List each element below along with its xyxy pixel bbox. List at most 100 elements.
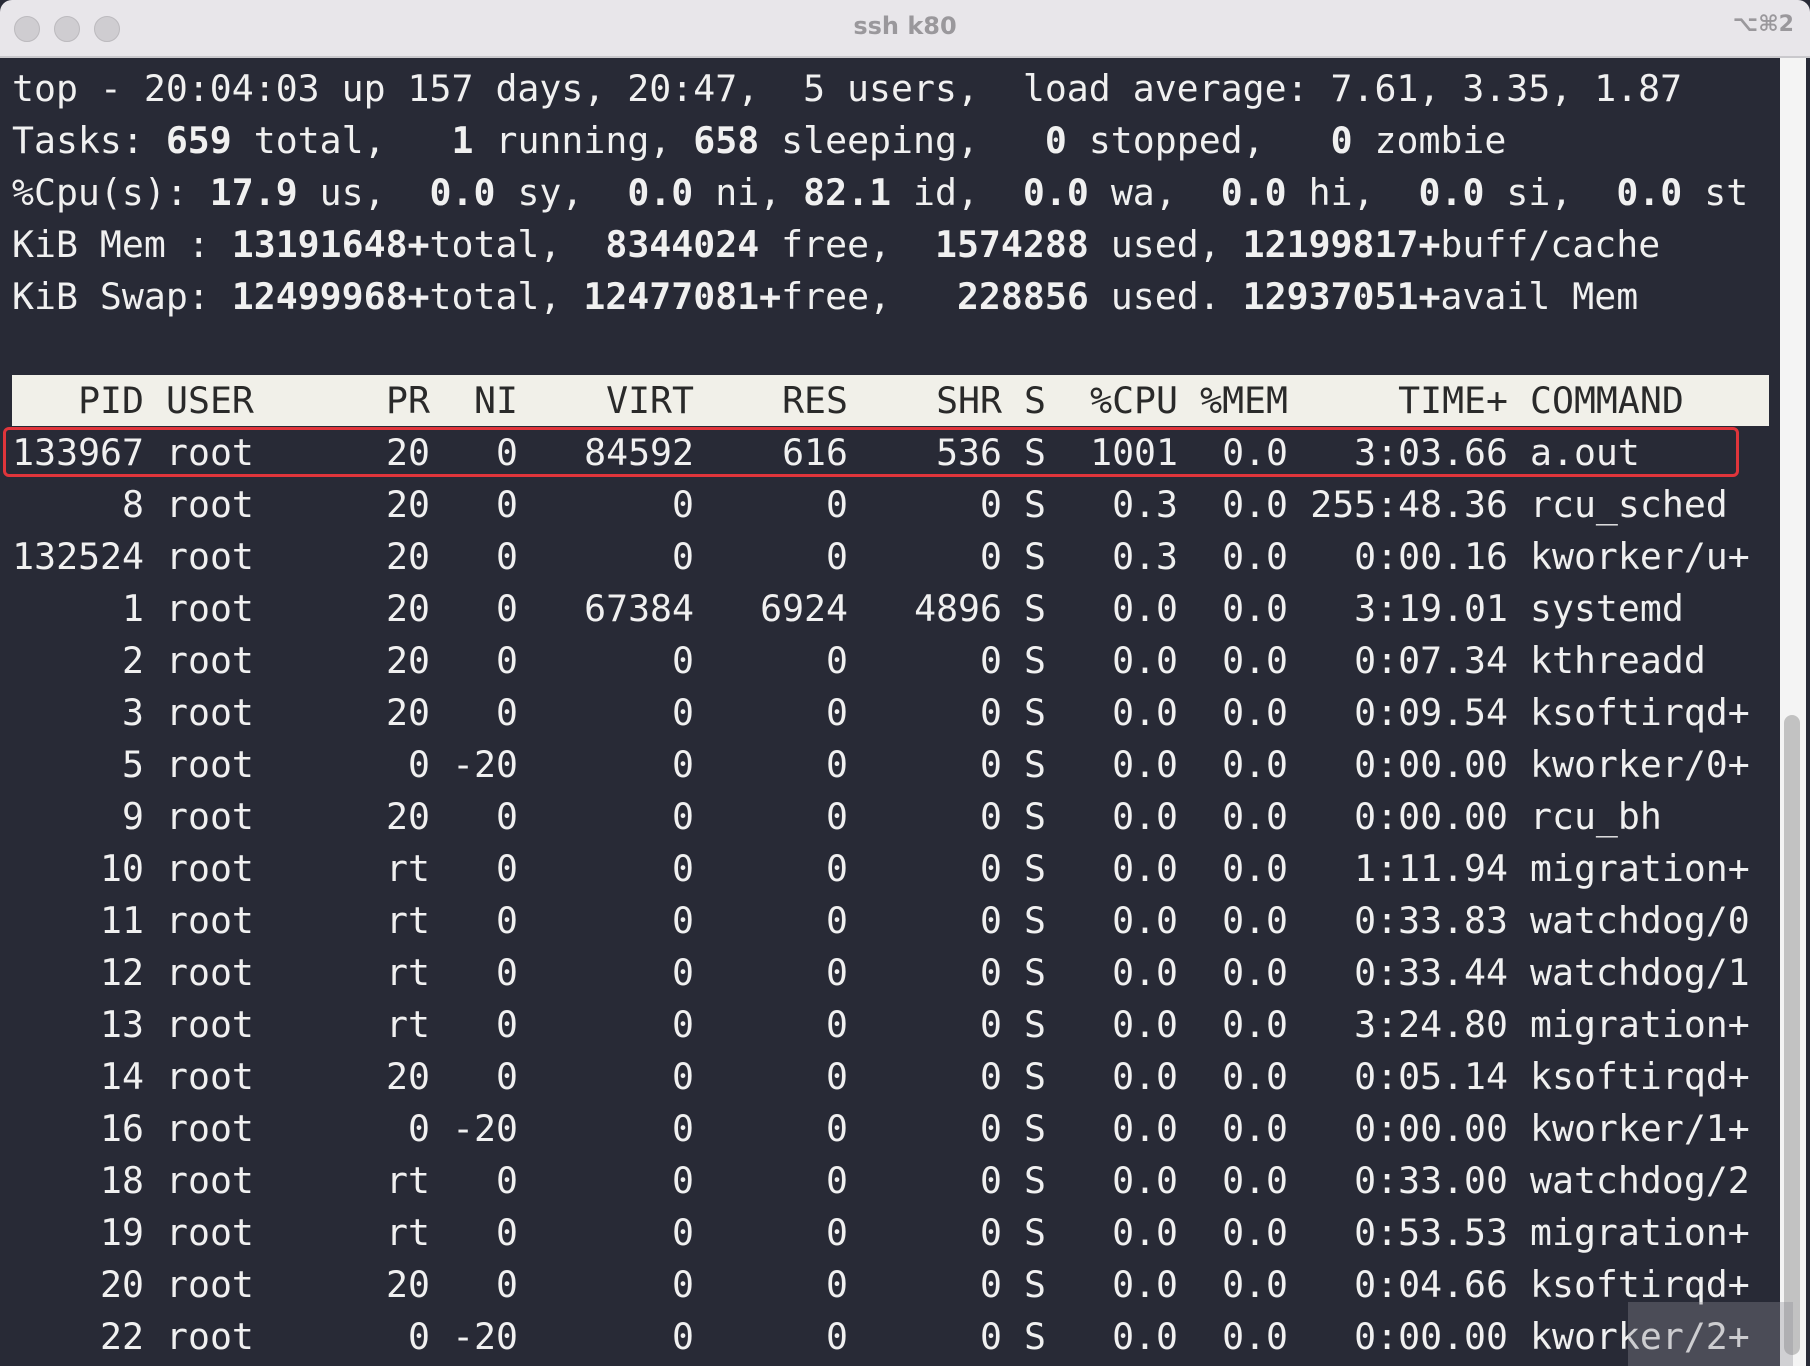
cell-res: 0 [826, 999, 848, 1051]
table-row[interactable]: 12rootrt0000S0.00.00:33.44watchdog/1 [12, 947, 1769, 999]
cell-s: S [1024, 687, 1046, 739]
cell-res: 0 [826, 1155, 848, 1207]
cell-s: S [1024, 375, 1046, 427]
cell-virt: 67384 [584, 583, 694, 635]
summary-line: Tasks: 659 total, 1 running, 658 sleepin… [12, 115, 1506, 167]
cell-virt: 0 [672, 999, 694, 1051]
cell-user: root [166, 843, 254, 895]
cell-virt: 0 [672, 1311, 694, 1363]
terminal-output[interactable]: top - 20:04:03 up 157 days, 20:47, 5 use… [0, 58, 1810, 1366]
cell-ni: 0 [496, 1155, 518, 1207]
cell-res: 0 [826, 739, 848, 791]
table-row[interactable]: 19rootrt0000S0.00.00:53.53migration+ [12, 1207, 1769, 1259]
table-row[interactable]: 11rootrt0000S0.00.00:33.83watchdog/0 [12, 895, 1769, 947]
cell-res: 0 [826, 1259, 848, 1311]
cell-mem: 0.0 [1222, 947, 1288, 999]
cell-user: root [166, 479, 254, 531]
cell-virt: 0 [672, 531, 694, 583]
cell-pid: 13 [100, 999, 144, 1051]
cell-ni: 0 [496, 531, 518, 583]
cell-s: S [1024, 1103, 1046, 1155]
table-row[interactable]: 8root200000S0.30.0255:48.36rcu_sched [12, 479, 1769, 531]
cell-s: S [1024, 1051, 1046, 1103]
cell-cpu: 0.0 [1112, 843, 1178, 895]
cell-pid: 1 [122, 583, 144, 635]
cell-user: root [166, 1207, 254, 1259]
table-row[interactable]: 5root0-20000S0.00.00:00.00kworker/0+ [12, 739, 1769, 791]
cell-time: 0:05.14 [1354, 1051, 1508, 1103]
summary-text: top - 20:04:03 up 157 days, 20:47, 5 use… [12, 67, 1682, 110]
cell-ni: 0 [496, 687, 518, 739]
table-row[interactable]: 132524root200000S0.30.00:00.16kworker/u+ [12, 531, 1769, 583]
cell-shr: 0 [980, 479, 1002, 531]
cell-ni: 0 [496, 1051, 518, 1103]
cell-pr: rt [386, 895, 430, 947]
summary-text: Tasks: [12, 119, 166, 162]
summary-text: used. [1089, 275, 1243, 318]
cell-time: 255:48.36 [1310, 479, 1508, 531]
summary-text: total, [232, 119, 452, 162]
cell-ni: 0 [496, 791, 518, 843]
table-row[interactable]: 13rootrt0000S0.00.03:24.80migration+ [12, 999, 1769, 1051]
summary-line: KiB Swap: 12499968+total, 12477081+free,… [12, 271, 1638, 323]
table-row[interactable]: 14root200000S0.00.00:05.14ksoftirqd+ [12, 1051, 1769, 1103]
cell-res: 0 [826, 531, 848, 583]
cell-cpu: 0.0 [1112, 1311, 1178, 1363]
cell-shr: 0 [980, 1103, 1002, 1155]
cell-ni: 0 [496, 1207, 518, 1259]
cell-virt: 0 [672, 635, 694, 687]
table-row[interactable]: 16root0-20000S0.00.00:00.00kworker/1+ [12, 1103, 1769, 1155]
summary-text: free, [759, 223, 935, 266]
summary-value: 12199817+ [1243, 223, 1441, 266]
cell-s: S [1024, 531, 1046, 583]
cell-cpu: 0.3 [1112, 479, 1178, 531]
scrollbar-thumb[interactable] [1784, 715, 1800, 1355]
summary-value: 8344024 [605, 223, 759, 266]
table-row[interactable]: 10rootrt0000S0.00.01:11.94migration+ [12, 843, 1769, 895]
cell-s: S [1024, 791, 1046, 843]
cell-time: 0:33.00 [1354, 1155, 1508, 1207]
table-row[interactable]: 2root200000S0.00.00:07.34kthreadd [12, 635, 1769, 687]
summary-line: top - 20:04:03 up 157 days, 20:47, 5 use… [12, 63, 1682, 115]
cell-mem: 0.0 [1222, 1051, 1288, 1103]
cell-pid: 22 [100, 1311, 144, 1363]
cell-time: 0:00.00 [1354, 1311, 1508, 1363]
cell-mem: 0.0 [1222, 1311, 1288, 1363]
cell-ni: 0 [496, 895, 518, 947]
summary-value: 12499968+ [232, 275, 430, 318]
summary-text: %Cpu(s): [12, 171, 210, 214]
cell-mem: 0.0 [1222, 479, 1288, 531]
summary-text: total, [430, 223, 606, 266]
cell-cpu: 0.0 [1112, 583, 1178, 635]
table-row[interactable]: 9root200000S0.00.00:00.00rcu_bh [12, 791, 1769, 843]
cell-pid: 14 [100, 1051, 144, 1103]
cell-cpu: 0.0 [1112, 635, 1178, 687]
window-title: ssh k80 [0, 12, 1810, 40]
table-row[interactable]: 20root200000S0.00.00:04.66ksoftirqd+ [12, 1259, 1769, 1311]
summary-text: si, [1484, 171, 1616, 214]
cell-time: 0:09.54 [1354, 687, 1508, 739]
summary-value: 0.0 [627, 171, 693, 214]
overlay-widget [1628, 1302, 1793, 1366]
process-table-header-row[interactable]: PIDUSERPRNIVIRTRESSHRS%CPU%MEMTIME+COMMA… [12, 375, 1769, 427]
cell-mem: 0.0 [1222, 999, 1288, 1051]
cell-cpu: 0.3 [1112, 531, 1178, 583]
table-row[interactable]: 1root2006738469244896S0.00.03:19.01syste… [12, 583, 1769, 635]
window-titlebar: ssh k80 ⌥⌘2 [0, 0, 1810, 58]
table-row[interactable]: 133967root20084592616536S10010.03:03.66a… [12, 427, 1769, 479]
table-row[interactable]: 18rootrt0000S0.00.00:33.00watchdog/2 [12, 1155, 1769, 1207]
table-row[interactable]: 3root200000S0.00.00:09.54ksoftirqd+ [12, 687, 1769, 739]
cell-res: 0 [826, 947, 848, 999]
cell-pid: 18 [100, 1155, 144, 1207]
cell-mem: 0.0 [1222, 791, 1288, 843]
cell-res: 0 [826, 895, 848, 947]
table-row[interactable]: 22root0-20000S0.00.00:00.00kworker/2+ [12, 1311, 1769, 1363]
cell-virt: 0 [672, 1259, 694, 1311]
summary-value: 0.0 [430, 171, 496, 214]
cell-pr: PR [386, 375, 430, 427]
cell-pid: 10 [100, 843, 144, 895]
cell-s: S [1024, 479, 1046, 531]
cell-pr: 20 [386, 531, 430, 583]
summary-text: sleeping, [759, 119, 1045, 162]
cell-time: 3:19.01 [1354, 583, 1508, 635]
